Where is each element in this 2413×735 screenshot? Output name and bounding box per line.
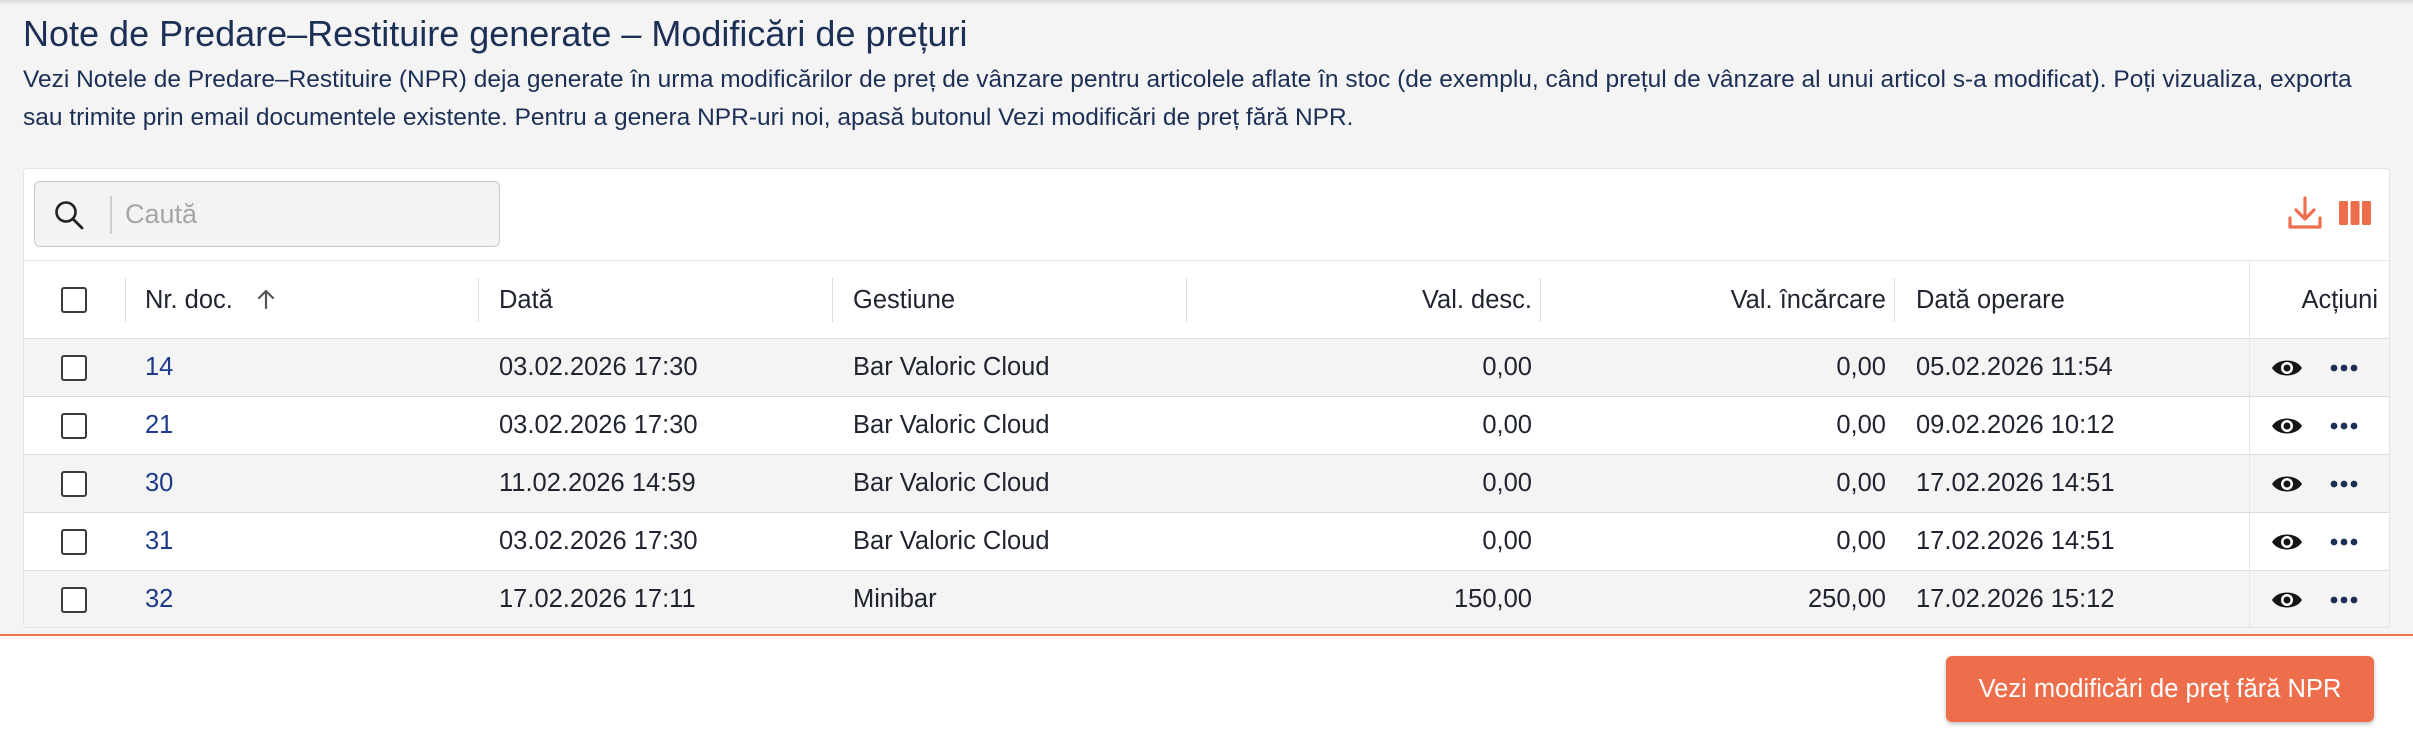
- eye-icon[interactable]: [2270, 527, 2304, 557]
- cell-date: 03.02.2026 17:30: [499, 411, 698, 439]
- cell-val-desc: 0,00: [1482, 353, 1532, 381]
- cell-op-date: 17.02.2026 14:51: [1916, 527, 2115, 555]
- column-separator: [1894, 278, 1895, 322]
- cell-store: Bar Valoric Cloud: [853, 469, 1050, 497]
- cell-val-inc: 0,00: [1836, 353, 1886, 381]
- cell-store: Minibar: [853, 585, 937, 613]
- top-shadow: [0, 0, 2413, 6]
- download-icon[interactable]: [2285, 193, 2325, 233]
- doc-number-link[interactable]: 32: [145, 571, 173, 627]
- doc-number-link[interactable]: 14: [145, 339, 173, 396]
- actions-column-separator: [2249, 261, 2250, 338]
- table-row[interactable]: 30 11.02.2026 14:59 Bar Valoric Cloud 0,00 0…: [24, 455, 2389, 513]
- cell-date: 03.02.2026 17:30: [499, 527, 698, 555]
- search-input[interactable]: [125, 192, 485, 236]
- cell-val-inc: 250,00: [1808, 585, 1886, 613]
- search-box[interactable]: [34, 181, 500, 247]
- column-header-doc-no[interactable]: Nr. doc.: [145, 261, 278, 339]
- sort-ascending-icon[interactable]: [254, 287, 278, 311]
- cell-store: Bar Valoric Cloud: [853, 353, 1050, 381]
- cell-val-desc: 0,00: [1482, 469, 1532, 497]
- more-icon[interactable]: [2327, 469, 2361, 499]
- column-header-val-inc[interactable]: Val. încărcare: [1548, 261, 1886, 339]
- column-separator: [1186, 278, 1187, 322]
- cell-op-date: 09.02.2026 10:12: [1916, 411, 2115, 439]
- column-header-val-desc[interactable]: Val. desc.: [1194, 261, 1532, 339]
- cell-val-inc: 0,00: [1836, 527, 1886, 555]
- cell-op-date: 17.02.2026 14:51: [1916, 469, 2115, 497]
- column-header-actions: Acțiuni: [2301, 286, 2378, 314]
- cell-val-desc: 150,00: [1454, 585, 1532, 613]
- cell-val-inc: 0,00: [1836, 411, 1886, 439]
- columns-icon[interactable]: [2335, 193, 2375, 233]
- column-header-op-date[interactable]: Dată operare: [1916, 261, 2065, 339]
- footer-bar: Vezi modificări de preț fără NPR: [0, 634, 2413, 735]
- actions-column-separator: [2249, 455, 2250, 512]
- column-header-store[interactable]: Gestiune: [853, 261, 955, 339]
- more-icon[interactable]: [2327, 527, 2361, 557]
- row-checkbox[interactable]: [61, 587, 87, 613]
- table-row[interactable]: 31 03.02.2026 17:30 Bar Valoric Cloud 0,00 0…: [24, 513, 2389, 571]
- more-icon[interactable]: [2327, 411, 2361, 441]
- page-title: Note de Predare–Restituire generate – Mo…: [23, 13, 968, 54]
- eye-icon[interactable]: [2270, 585, 2304, 615]
- table-toolbar: [24, 169, 2389, 261]
- page: Note de Predare–Restituire generate – Mo…: [0, 0, 2413, 735]
- cell-val-inc: 0,00: [1836, 469, 1886, 497]
- actions-column-separator: [2249, 339, 2250, 396]
- search-divider: [110, 196, 112, 234]
- page-description: Vezi Notele de Predare–Restituire (NPR) …: [23, 66, 2352, 131]
- table-row[interactable]: 14 03.02.2026 17:30 Bar Valoric Cloud 0,00 0…: [24, 339, 2389, 397]
- cell-val-desc: 0,00: [1482, 527, 1532, 555]
- column-separator: [125, 278, 126, 322]
- cell-store: Bar Valoric Cloud: [853, 411, 1050, 439]
- cell-date: 03.02.2026 17:30: [499, 353, 698, 381]
- search-icon: [55, 201, 84, 230]
- cell-op-date: 05.02.2026 11:54: [1916, 353, 2113, 381]
- cell-op-date: 17.02.2026 15:12: [1916, 585, 2115, 613]
- table-header: Nr. doc. Dată Gestiune Val. desc. Val. î…: [24, 260, 2389, 339]
- cell-date: 17.02.2026 17:11: [499, 585, 696, 613]
- doc-number-link[interactable]: 31: [145, 513, 173, 570]
- eye-icon[interactable]: [2270, 411, 2304, 441]
- cell-store: Bar Valoric Cloud: [853, 527, 1050, 555]
- doc-number-link[interactable]: 30: [145, 455, 173, 512]
- actions-column-separator: [2249, 513, 2250, 570]
- npr-table-card: Nr. doc. Dată Gestiune Val. desc. Val. î…: [23, 168, 2390, 628]
- row-checkbox[interactable]: [61, 471, 87, 497]
- doc-number-link[interactable]: 21: [145, 397, 173, 454]
- row-checkbox[interactable]: [61, 529, 87, 555]
- cell-date: 11.02.2026 14:59: [499, 469, 696, 497]
- more-icon[interactable]: [2327, 353, 2361, 383]
- more-icon[interactable]: [2327, 585, 2361, 615]
- eye-icon[interactable]: [2270, 469, 2304, 499]
- select-all-checkbox[interactable]: [61, 287, 87, 313]
- cell-val-desc: 0,00: [1482, 411, 1532, 439]
- view-price-changes-without-npr-button[interactable]: Vezi modificări de preț fără NPR: [1946, 656, 2374, 722]
- row-checkbox[interactable]: [61, 355, 87, 381]
- eye-icon[interactable]: [2270, 353, 2304, 383]
- column-header-doc-no-label: Nr. doc.: [145, 286, 233, 314]
- row-checkbox[interactable]: [61, 413, 87, 439]
- actions-column-separator: [2249, 397, 2250, 454]
- column-header-date[interactable]: Dată: [499, 261, 553, 339]
- column-separator: [832, 278, 833, 322]
- actions-column-separator: [2249, 571, 2250, 627]
- table-row[interactable]: 32 17.02.2026 17:11 Minibar 150,00 250,00 17.…: [24, 571, 2389, 627]
- column-separator: [478, 278, 479, 322]
- column-separator: [1540, 278, 1541, 322]
- table-row[interactable]: 21 03.02.2026 17:30 Bar Valoric Cloud 0,00 0…: [24, 397, 2389, 455]
